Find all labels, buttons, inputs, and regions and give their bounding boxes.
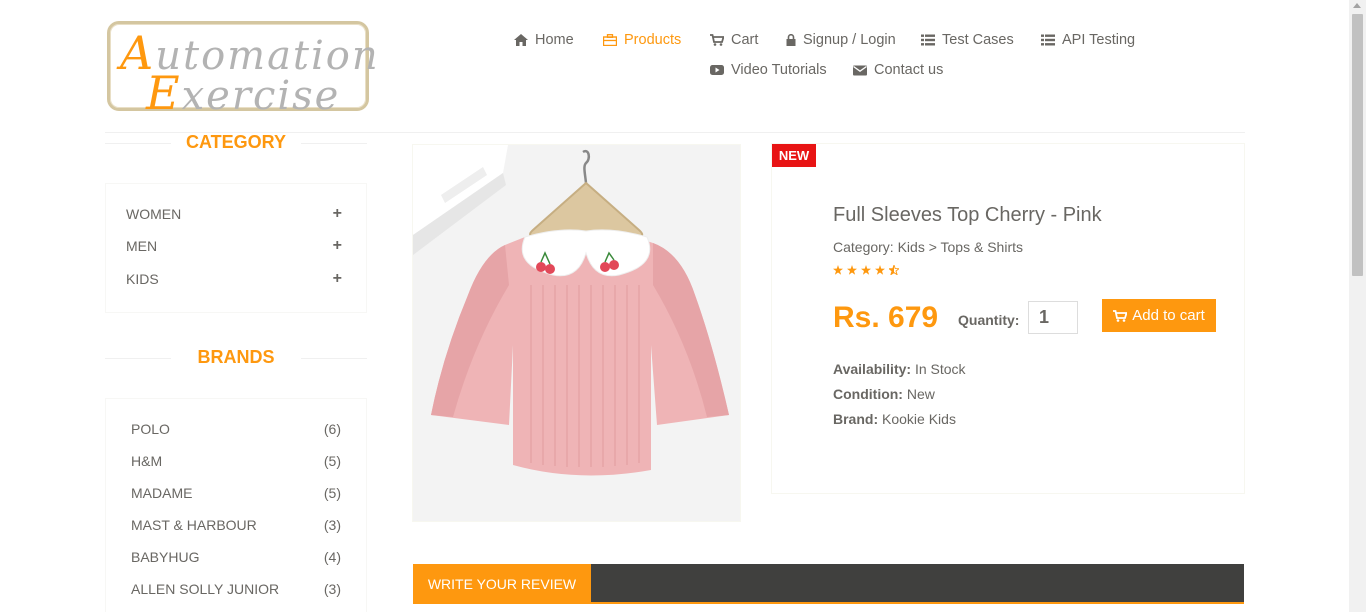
product-rating — [833, 265, 899, 275]
brand-name: MADAME — [131, 485, 193, 501]
plus-icon[interactable]: + — [333, 237, 342, 255]
nav-products-label: Products — [624, 32, 682, 48]
plus-icon[interactable]: + — [333, 270, 342, 288]
brand-item-allen-solly-junior[interactable]: ALLEN SOLLY JUNIOR (3) — [131, 581, 341, 597]
list-icon — [921, 34, 935, 46]
youtube-play-icon — [710, 65, 724, 75]
home-icon — [514, 34, 528, 46]
brand-item-polo[interactable]: POLO (6) — [131, 421, 341, 437]
star-half-icon — [889, 265, 899, 275]
brands-panel: POLO (6) H&M (5) MADAME (5) MAST & HARBO… — [105, 398, 367, 612]
brand-count: (4) — [323, 549, 341, 565]
nav-signup-login[interactable]: Signup / Login — [786, 32, 896, 48]
brand-count: (5) — [323, 453, 341, 469]
plus-icon[interactable]: + — [333, 205, 342, 223]
brand-item-hm[interactable]: H&M (5) — [131, 453, 341, 469]
brand-count: (3) — [323, 581, 341, 597]
list-icon — [1041, 34, 1055, 46]
nav-test-cases-label: Test Cases — [942, 32, 1014, 48]
category-item-kids[interactable]: KIDS + — [126, 270, 342, 288]
brand-name: H&M — [131, 453, 163, 469]
scroll-up-arrow-icon[interactable] — [1353, 3, 1361, 8]
category-title: CATEGORY — [105, 132, 367, 153]
category-item-women[interactable]: WOMEN + — [126, 205, 342, 223]
brand-name: POLO — [131, 421, 170, 437]
cart-icon — [710, 34, 724, 46]
category-panel: WOMEN + MEN + KIDS + — [105, 183, 367, 313]
scrollbar-thumb[interactable] — [1352, 14, 1363, 276]
nav-video-tutorials-label: Video Tutorials — [731, 62, 827, 78]
nav-api-testing[interactable]: API Testing — [1041, 32, 1135, 48]
product-brand: Brand: Kookie Kids — [833, 411, 956, 427]
star-icon — [847, 265, 857, 275]
quantity-label: Quantity: — [958, 312, 1020, 328]
star-icon — [861, 265, 871, 275]
envelope-icon — [853, 65, 867, 76]
site-logo[interactable]: Automation Exercise — [107, 21, 378, 120]
nav-cart[interactable]: Cart — [710, 32, 758, 48]
add-to-cart-label: Add to cart — [1132, 307, 1205, 324]
brand-item-babyhug[interactable]: BABYHUG (4) — [131, 549, 341, 565]
category-item-label: KIDS — [126, 271, 159, 287]
nav-products[interactable]: Products — [603, 32, 681, 48]
cart-icon — [1113, 309, 1128, 322]
nav-signup-login-label: Signup / Login — [803, 32, 896, 48]
tab-write-review[interactable]: WRITE YOUR REVIEW — [413, 564, 591, 604]
nav-cart-label: Cart — [731, 32, 759, 48]
product-price: Rs. 679 — [833, 301, 939, 334]
category-item-label: WOMEN — [126, 206, 182, 222]
nav-api-testing-label: API Testing — [1062, 32, 1136, 48]
brand-name: BABYHUG — [131, 549, 200, 565]
nav-contact-us[interactable]: Contact us — [853, 62, 943, 78]
brands-title: BRANDS — [105, 347, 367, 368]
review-tab-bar: WRITE YOUR REVIEW — [413, 564, 1244, 604]
products-icon — [603, 34, 617, 46]
brand-name: ALLEN SOLLY JUNIOR — [131, 581, 280, 597]
product-availability: Availability: In Stock — [833, 361, 966, 377]
nav-contact-us-label: Contact us — [874, 62, 944, 78]
nav-test-cases[interactable]: Test Cases — [921, 32, 1014, 48]
nav-home[interactable]: Home — [514, 32, 574, 48]
star-icon — [833, 265, 843, 275]
brand-name: MAST & HARBOUR — [131, 517, 257, 533]
nav-home-label: Home — [535, 32, 574, 48]
product-category: Category: Kids > Tops & Shirts — [833, 239, 1023, 255]
category-item-men[interactable]: MEN + — [126, 237, 342, 255]
brand-item-mast-harbour[interactable]: MAST & HARBOUR (3) — [131, 517, 341, 533]
add-to-cart-button[interactable]: Add to cart — [1102, 299, 1216, 332]
lock-icon — [786, 34, 796, 46]
nav-video-tutorials[interactable]: Video Tutorials — [710, 62, 827, 78]
new-badge: NEW — [772, 144, 816, 167]
logo-line-2: Exercise — [146, 66, 341, 120]
category-item-label: MEN — [126, 238, 158, 254]
brand-count: (3) — [323, 517, 341, 533]
quantity-input[interactable]: 1 — [1028, 301, 1078, 334]
star-icon — [875, 265, 885, 275]
page-scrollbar[interactable] — [1349, 0, 1366, 612]
product-condition: Condition: New — [833, 386, 935, 402]
brand-count: (5) — [323, 485, 341, 501]
brand-item-madame[interactable]: MADAME (5) — [131, 485, 341, 501]
product-image — [412, 144, 741, 522]
brand-count: (6) — [323, 421, 341, 437]
product-name: Full Sleeves Top Cherry - Pink — [833, 204, 1102, 226]
